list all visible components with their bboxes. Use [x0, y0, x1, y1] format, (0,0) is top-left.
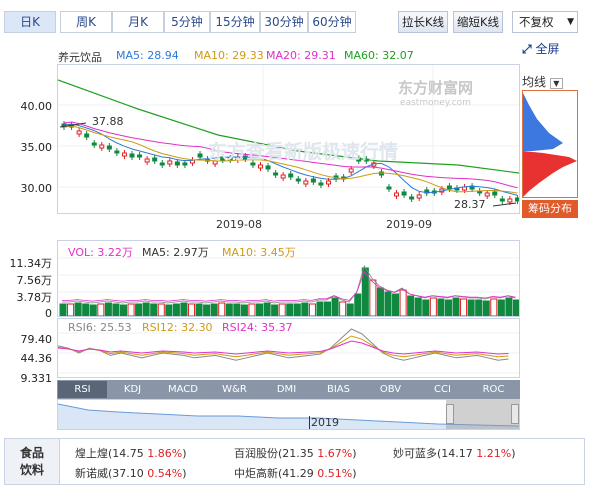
stock-change: 1.21%: [476, 447, 512, 460]
adjust-select[interactable]: 不复权 ▼: [512, 11, 578, 33]
avg-line-select[interactable]: 均线 ▼: [522, 73, 563, 90]
stock-price: 14.17: [441, 447, 473, 460]
shrink-kline-button[interactable]: 缩短K线: [453, 11, 503, 33]
eastmoney-logo: 东方财富网 eastmoney.com: [398, 77, 473, 108]
fullscreen-button[interactable]: ⤢ 全屏: [522, 40, 559, 57]
rsi-axis-top: 79.40: [20, 333, 53, 346]
stock-name: 新诺威: [75, 467, 108, 480]
stock-price: 21.35: [282, 447, 314, 460]
chip-distribution-panel: [522, 90, 578, 198]
watermark-text: 东方查看新版极速行情: [208, 141, 399, 163]
stock-name: 煌上煌: [75, 447, 108, 460]
indicator-tab-obv[interactable]: OBV: [365, 381, 416, 398]
stock-price: 41.29: [282, 467, 314, 480]
stock-price: 37.10: [112, 467, 144, 480]
price-high-label: 37.88: [92, 115, 124, 128]
rsi-chart-panel[interactable]: [57, 318, 520, 378]
date-label-sep: 2019-09: [386, 218, 432, 231]
sector-title[interactable]: 食品 饮料: [4, 438, 60, 485]
sector-stock-5[interactable]: 中炬高新(41.29 0.51%): [234, 465, 357, 481]
stock-name: 中炬高新: [234, 467, 278, 480]
vol-axis-2: 7.56万: [16, 274, 53, 287]
chip-distribution-button[interactable]: 筹码分布: [522, 200, 578, 218]
sector-stock-2[interactable]: 百润股份(21.35 1.67%): [234, 445, 357, 461]
sector-title-line1: 食品: [19, 446, 44, 460]
fullscreen-icon: ⤢: [522, 42, 532, 56]
logo-text: 东方财富网: [398, 79, 474, 97]
chevron-down-icon: ▼: [567, 17, 574, 27]
stock-name: 百润股份: [234, 447, 278, 460]
date-label-aug: 2019-08: [216, 218, 262, 231]
price-axis-40: 40.00: [20, 100, 53, 113]
price-chart-panel[interactable]: 东方财富网 eastmoney.com 东方查看新版极速行情: [57, 64, 520, 214]
ma10-legend: MA10: 29.33: [194, 49, 264, 62]
tab-30min[interactable]: 30分钟: [260, 11, 308, 33]
indicator-tab-dmi[interactable]: DMI: [261, 381, 312, 398]
sector-stock-3[interactable]: 妙可蓝多(14.17 1.21%): [393, 445, 516, 461]
chevron-down-icon: ▼: [549, 78, 563, 89]
indicator-tab-rsi[interactable]: RSI: [58, 381, 107, 398]
avg-line-label: 均线: [522, 75, 547, 89]
tab-day-k[interactable]: 日K: [4, 11, 56, 33]
logo-sub: eastmoney.com: [400, 98, 471, 108]
overview-selection[interactable]: [446, 400, 519, 429]
indicator-tab-roc[interactable]: ROC: [468, 381, 519, 398]
overview-year: 2019: [309, 416, 339, 429]
volume-chart-panel[interactable]: [57, 240, 520, 317]
stretch-kline-button[interactable]: 拉长K线: [398, 11, 448, 33]
stock-price: 14.75: [112, 447, 144, 460]
ma20-legend: MA20: 29.31: [266, 49, 336, 62]
ma5-legend: MA5: 28.94: [116, 49, 179, 62]
volume-chart: [58, 257, 519, 316]
adjust-select-value: 不复权: [519, 15, 554, 29]
vol-axis-zero: 0: [45, 307, 52, 320]
stock-name: 妙可蓝多: [393, 447, 437, 460]
stock-change: 1.67%: [317, 447, 353, 460]
stock-name: 养元饮品: [58, 51, 102, 64]
indicator-tab-kdj[interactable]: KDJ: [108, 381, 157, 398]
price-axis-35: 35.00: [20, 141, 53, 154]
sector-title-line2: 饮料: [19, 463, 44, 477]
vol-axis-3: 3.78万: [16, 291, 53, 304]
overview-scroller[interactable]: [57, 399, 520, 430]
indicator-tab-cci[interactable]: CCI: [417, 381, 468, 398]
indicator-tab-bias[interactable]: BIAS: [313, 381, 364, 398]
scroll-handle-right[interactable]: [511, 404, 519, 424]
tab-60min[interactable]: 60分钟: [308, 11, 356, 33]
indicator-tab-macd[interactable]: MACD: [158, 381, 208, 398]
sector-stock-4[interactable]: 新诺威(37.10 0.54%): [75, 465, 187, 481]
price-low-label: 28.37: [454, 198, 486, 211]
tab-5min[interactable]: 5分钟: [164, 11, 210, 33]
rsi-axis-mid: 44.36: [20, 352, 53, 365]
vol-axis-top: 11.34万: [9, 257, 53, 270]
ma60-legend: MA60: 32.07: [344, 49, 414, 62]
rsi-axis-bottom: 9.331: [20, 372, 53, 385]
tab-month-k[interactable]: 月K: [112, 11, 164, 33]
scroll-handle-left[interactable]: [446, 404, 454, 424]
tab-week-k[interactable]: 周K: [60, 11, 112, 33]
chip-distribution-chart: [523, 93, 577, 197]
stock-change: 0.51%: [317, 467, 353, 480]
sector-stock-1[interactable]: 煌上煌(14.75 1.86%): [75, 445, 187, 461]
fullscreen-label: 全屏: [535, 42, 560, 56]
tab-15min[interactable]: 15分钟: [210, 11, 260, 33]
indicator-tab-wr[interactable]: W&R: [209, 381, 260, 398]
price-axis-30: 30.00: [20, 182, 53, 195]
rsi-chart: [58, 328, 519, 374]
stock-change: 1.86%: [147, 447, 183, 460]
stock-change: 0.54%: [147, 467, 183, 480]
